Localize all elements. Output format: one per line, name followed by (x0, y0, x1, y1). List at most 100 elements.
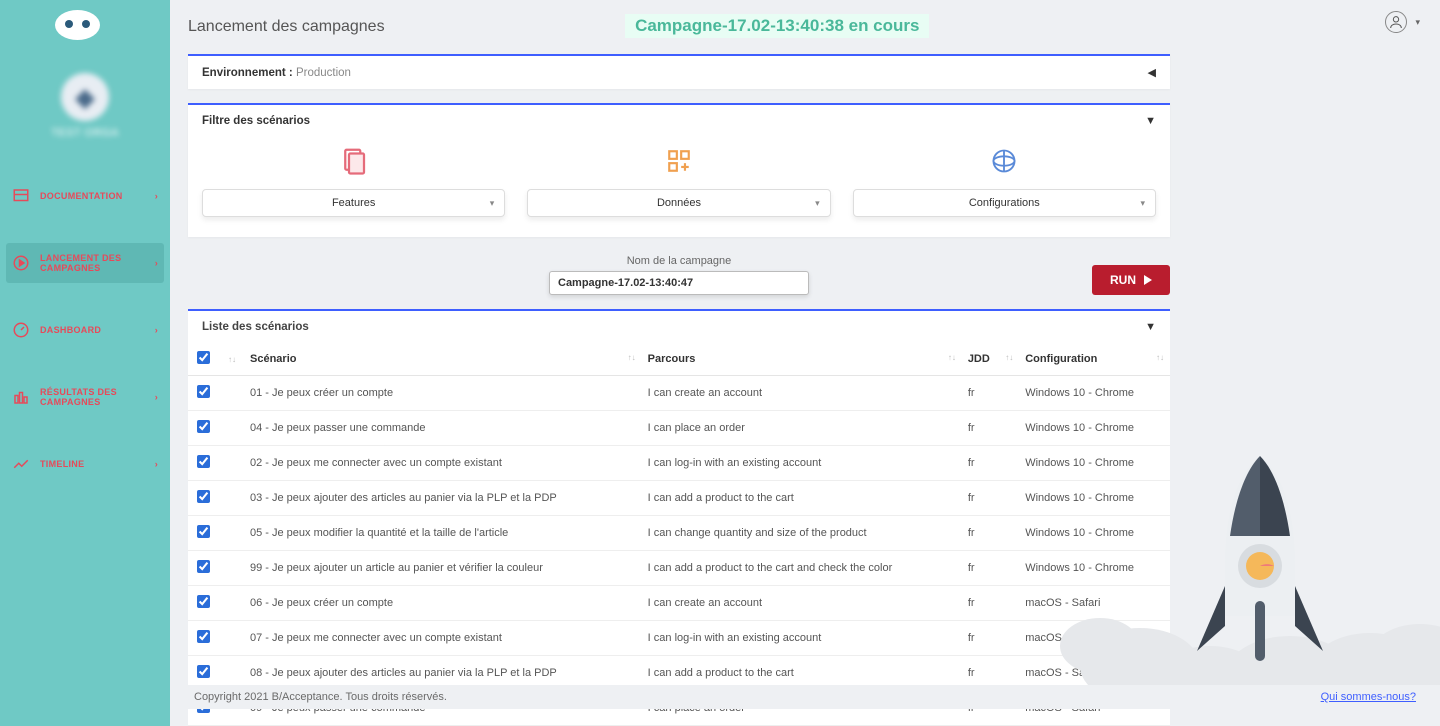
row-checkbox[interactable] (197, 420, 210, 433)
sort-icon: ↑↓ (1156, 353, 1164, 362)
line-chart-icon (12, 455, 30, 473)
nav-resultats-campagnes[interactable]: RÉSULTATS DES CAMPAGNES › (6, 377, 164, 417)
cell-scenario: 04 - Je peux passer une commande (244, 411, 642, 446)
table-row: 99 - Je peux ajouter un article au panie… (188, 551, 1170, 586)
data-select-label: Données (657, 197, 701, 209)
play-icon (1144, 275, 1152, 285)
table-row: 07 - Je peux me connecter avec un compte… (188, 621, 1170, 656)
chevron-down-icon[interactable]: ▾ (1415, 17, 1420, 28)
nav-timeline[interactable]: TIMELINE › (6, 445, 164, 483)
data-icon (661, 143, 697, 179)
nav-label: RÉSULTATS DES CAMPAGNES (40, 387, 145, 407)
cell-scenario: 02 - Je peux me connecter avec un compte… (244, 446, 642, 481)
row-checkbox[interactable] (197, 385, 210, 398)
nav-documentation[interactable]: DOCUMENTATION › (6, 177, 164, 215)
chevron-right-icon: › (155, 325, 158, 335)
col-config[interactable]: Configuration↑↓ (1019, 343, 1170, 376)
config-select[interactable]: Configurations ▾ (853, 189, 1156, 217)
nav-label: LANCEMENT DES CAMPAGNES (40, 253, 145, 273)
select-all-checkbox[interactable] (197, 351, 210, 364)
caret-down-icon: ▾ (490, 198, 495, 209)
col-parcours[interactable]: Parcours↑↓ (642, 343, 962, 376)
cell-config: Windows 10 - Chrome (1019, 376, 1170, 411)
run-button-label: RUN (1110, 273, 1136, 287)
chevron-right-icon: › (155, 459, 158, 469)
app-logo (0, 0, 170, 43)
cell-jdd: fr (962, 376, 1019, 411)
cell-config: Windows 10 - Chrome (1019, 516, 1170, 551)
col-sort[interactable]: ↑↓ (218, 343, 244, 376)
col-select-all (188, 343, 218, 376)
cell-config: Windows 10 - Chrome (1019, 551, 1170, 586)
environment-panel: Environnement : Production ◀ (188, 54, 1170, 89)
cell-parcours: I can add a product to the cart (642, 481, 962, 516)
row-checkbox[interactable] (197, 595, 210, 608)
nav-lancement-campagnes[interactable]: LANCEMENT DES CAMPAGNES › (6, 243, 164, 283)
table-row: 05 - Je peux modifier la quantité et la … (188, 516, 1170, 551)
gauge-icon (12, 321, 30, 339)
table-row: 02 - Je peux me connecter avec un compte… (188, 446, 1170, 481)
cell-jdd: fr (962, 516, 1019, 551)
scenarios-panel: Liste des scénarios ▼ ↑↓ Scénario↑↓ Parc… (188, 309, 1170, 726)
cell-jdd: fr (962, 551, 1019, 586)
config-select-label: Configurations (969, 197, 1040, 209)
main-content: ▾ Lancement des campagnes Campagne-17.02… (170, 0, 1440, 726)
cell-parcours: I can place an order (642, 411, 962, 446)
cell-jdd: fr (962, 621, 1019, 656)
row-checkbox[interactable] (197, 455, 210, 468)
panel-collapse-down-icon[interactable]: ▼ (1145, 321, 1156, 333)
nav-label: TIMELINE (40, 459, 84, 469)
cell-scenario: 01 - Je peux créer un compte (244, 376, 642, 411)
cell-config: macOS - Safari (1019, 586, 1170, 621)
play-circle-icon (12, 254, 30, 272)
table-row: 03 - Je peux ajouter des articles au pan… (188, 481, 1170, 516)
features-select[interactable]: Features ▾ (202, 189, 505, 217)
nav-dashboard[interactable]: DASHBOARD › (6, 311, 164, 349)
sort-icon: ↑↓ (628, 353, 636, 362)
row-checkbox[interactable] (197, 490, 210, 503)
cell-scenario: 05 - Je peux modifier la quantité et la … (244, 516, 642, 551)
chevron-right-icon: › (155, 392, 158, 402)
page-title: Lancement des campagnes (188, 18, 385, 36)
chevron-right-icon: › (155, 191, 158, 201)
cell-parcours: I can log-in with an existing account (642, 621, 962, 656)
cell-jdd: fr (962, 586, 1019, 621)
chevron-right-icon: › (155, 258, 158, 268)
user-avatar-icon[interactable] (1385, 11, 1407, 33)
footer-copyright: Copyright 2021 B/Acceptance. Tous droits… (194, 691, 447, 703)
row-checkbox[interactable] (197, 560, 210, 573)
filters-title: Filtre des scénarios (202, 115, 310, 127)
scenarios-title: Liste des scénarios (202, 321, 309, 333)
cell-config: Windows 10 - Chrome (1019, 481, 1170, 516)
footer-about-link[interactable]: Qui sommes-nous? (1321, 691, 1416, 703)
sort-icon: ↑↓ (228, 355, 236, 364)
cell-parcours: I can change quantity and size of the pr… (642, 516, 962, 551)
robot-logo-icon (55, 10, 100, 40)
nav-label: DOCUMENTATION (40, 191, 123, 201)
scenarios-table: ↑↓ Scénario↑↓ Parcours↑↓ JDD↑↓ Configura… (188, 343, 1170, 726)
campaign-status-badge: Campagne-17.02-13:40:38 en cours (625, 14, 929, 38)
run-button[interactable]: RUN (1092, 265, 1170, 295)
col-scenario[interactable]: Scénario↑↓ (244, 343, 642, 376)
data-select[interactable]: Données ▾ (527, 189, 830, 217)
environment-label: Environnement : (202, 67, 293, 79)
topbar: ▾ (1365, 0, 1440, 44)
cell-parcours: I can add a product to the cart and chec… (642, 551, 962, 586)
cell-jdd: fr (962, 446, 1019, 481)
features-icon (336, 143, 372, 179)
row-checkbox[interactable] (197, 665, 210, 678)
cell-config: Windows 10 - Chrome (1019, 411, 1170, 446)
cell-config: Windows 10 - Chrome (1019, 446, 1170, 481)
documentation-icon (12, 187, 30, 205)
panel-collapse-left-icon[interactable]: ◀ (1148, 66, 1156, 79)
panel-collapse-down-icon[interactable]: ▼ (1145, 115, 1156, 127)
table-row: 01 - Je peux créer un compteI can create… (188, 376, 1170, 411)
nav-label: DASHBOARD (40, 325, 101, 335)
cell-scenario: 99 - Je peux ajouter un article au panie… (244, 551, 642, 586)
cell-parcours: I can create an account (642, 586, 962, 621)
campaign-name-input[interactable] (549, 271, 809, 295)
row-checkbox[interactable] (197, 525, 210, 538)
caret-down-icon: ▾ (815, 198, 820, 209)
row-checkbox[interactable] (197, 630, 210, 643)
col-jdd[interactable]: JDD↑↓ (962, 343, 1019, 376)
